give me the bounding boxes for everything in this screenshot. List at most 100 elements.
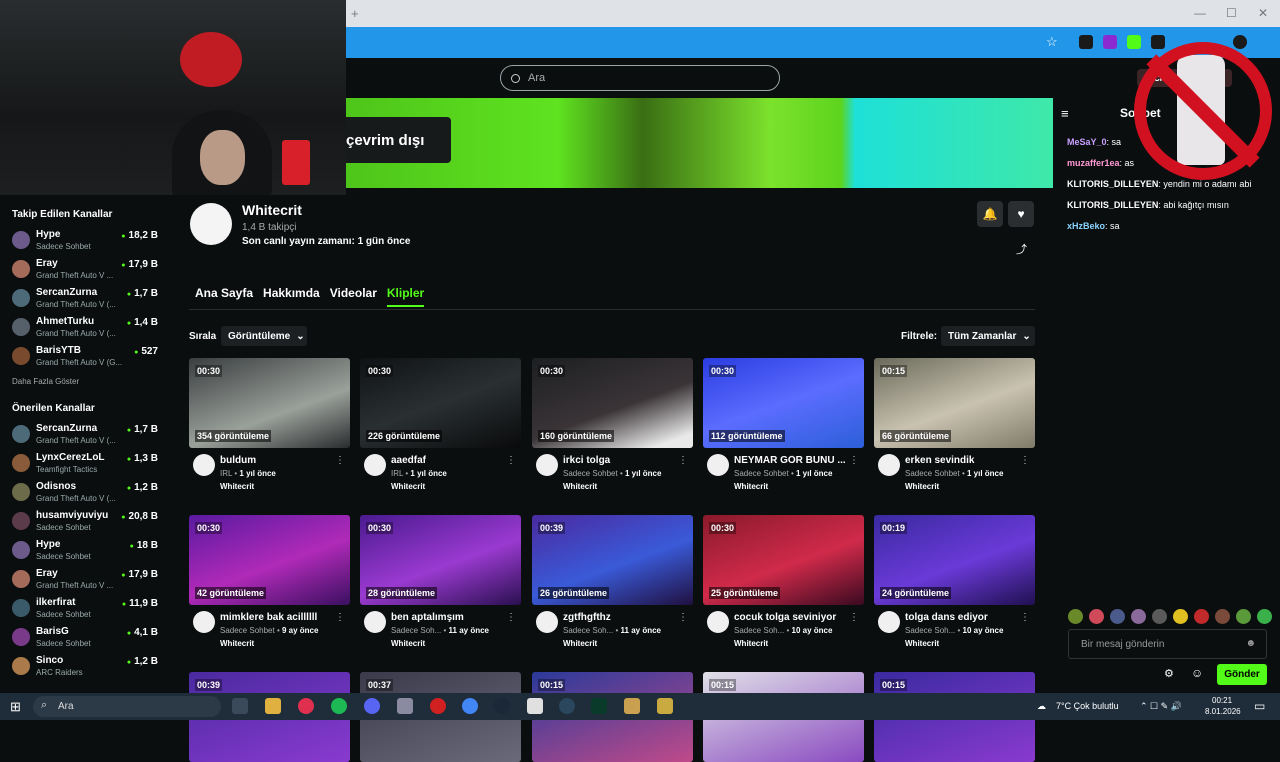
clip-thumbnail[interactable]: 00:19 24 görüntüleme	[874, 515, 1035, 605]
clip-card[interactable]: 00:15 66 görüntüleme erken sevindik ⋮ Sadece…	[874, 358, 1035, 491]
emote-icon[interactable]	[1131, 609, 1146, 624]
tab-home[interactable]: Ana Sayfa	[195, 286, 253, 307]
clip-channel-avatar[interactable]	[878, 454, 900, 476]
chat-username[interactable]: KLITORIS_DILLEYEN	[1067, 200, 1158, 210]
more-options-icon[interactable]: ⋮	[506, 455, 516, 466]
sort-dropdown[interactable]: Görüntüleme ⌄	[221, 326, 307, 346]
clip-channel[interactable]: Whitecrit	[391, 639, 425, 648]
clip-title[interactable]: cocuk tolga seviniyor	[734, 612, 849, 623]
sidebar-channel-item[interactable]: ilkerfirat Sadece Sohbet 11,9 B	[12, 594, 170, 623]
clip-thumbnail[interactable]: 00:30 42 görüntüleme	[189, 515, 350, 605]
more-options-icon[interactable]: ⋮	[678, 455, 688, 466]
emote-picker-icon[interactable]: ☺	[1191, 666, 1203, 680]
clip-title[interactable]: irkci tolga	[563, 455, 678, 466]
sidebar-channel-item[interactable]: Odisnos Grand Theft Auto V (... 1,2 B	[12, 478, 170, 507]
clip-channel-avatar[interactable]	[364, 454, 386, 476]
weather-icon[interactable]: ☁	[1037, 701, 1046, 712]
sidebar-channel-item[interactable]: BarisG Sadece Sohbet 4,1 B	[12, 623, 170, 652]
sidebar-channel-item[interactable]: SercanZurna Grand Theft Auto V (... 1,7 B	[12, 420, 170, 449]
clip-channel[interactable]: Whitecrit	[563, 482, 597, 491]
clip-channel-avatar[interactable]	[364, 611, 386, 633]
opera-icon[interactable]	[298, 698, 314, 714]
clip-card[interactable]: 00:30 160 görüntüleme irkci tolga ⋮ Sadece S…	[532, 358, 693, 491]
clip-title[interactable]: erken sevindik	[905, 455, 1020, 466]
sidebar-channel-item[interactable]: Sinco ARC Raiders 1,2 B	[12, 652, 170, 681]
extension-icon[interactable]	[1079, 35, 1093, 49]
tab-videos[interactable]: Videolar	[330, 286, 377, 307]
minimize-button[interactable]: —	[1194, 6, 1206, 20]
clip-thumbnail[interactable]: 00:30 160 görüntüleme	[532, 358, 693, 448]
tab-clips[interactable]: Klipler	[386, 286, 425, 307]
clip-channel[interactable]: Whitecrit	[391, 482, 425, 491]
more-options-icon[interactable]: ⋮	[1020, 455, 1030, 466]
sidebar-channel-item[interactable]: BarisYTB Grand Theft Auto V (G... 527	[12, 342, 170, 371]
weather-text[interactable]: 7°C Çok bulutlu	[1056, 701, 1119, 711]
app-icon[interactable]	[430, 698, 446, 714]
clip-card[interactable]: 00:30 25 görüntüleme cocuk tolga seviniyor…	[703, 515, 864, 648]
steam-icon[interactable]	[494, 698, 510, 714]
clock-date[interactable]: 8.01.2026	[1205, 707, 1241, 716]
league-icon[interactable]	[624, 698, 640, 714]
more-options-icon[interactable]: ⋮	[849, 612, 859, 623]
windows-start-icon[interactable]: ⊞	[10, 699, 21, 715]
more-options-icon[interactable]: ⋮	[849, 455, 859, 466]
channel-avatar[interactable]	[190, 203, 232, 245]
extension-icon[interactable]	[1103, 35, 1117, 49]
clip-channel-avatar[interactable]	[707, 611, 729, 633]
share-icon[interactable]: ⤴	[1016, 241, 1027, 257]
system-tray-icons[interactable]: ⌃ ☐ ✎ 🔊	[1140, 701, 1182, 712]
chat-message-input[interactable]: Bir mesaj gönderin ☻	[1068, 629, 1267, 659]
filter-dropdown[interactable]: Tüm Zamanlar ⌄	[941, 326, 1035, 346]
steam-icon[interactable]	[559, 698, 575, 714]
clip-channel[interactable]: Whitecrit	[220, 639, 254, 648]
bookmark-star-icon[interactable]: ☆	[1046, 34, 1058, 50]
chrome-icon[interactable]	[462, 698, 478, 714]
profile-icon[interactable]	[1233, 35, 1247, 49]
more-options-icon[interactable]: ⋮	[678, 612, 688, 623]
search-input[interactable]: Ara	[500, 65, 780, 91]
clip-channel[interactable]: Whitecrit	[220, 482, 254, 491]
sidebar-channel-item[interactable]: Eray Grand Theft Auto V ... 17,9 B	[12, 565, 170, 594]
app-icon[interactable]	[657, 698, 673, 714]
clip-card[interactable]: 00:30 112 görüntüleme NEYMAR GÖR BUNU ... ⋮…	[703, 358, 864, 491]
clip-card[interactable]: 00:30 42 görüntüleme mimklere bak acilllll…	[189, 515, 350, 648]
clip-channel-avatar[interactable]	[536, 611, 558, 633]
clip-channel[interactable]: Whitecrit	[563, 639, 597, 648]
clip-channel-avatar[interactable]	[193, 611, 215, 633]
clip-channel-avatar[interactable]	[536, 454, 558, 476]
follow-button[interactable]: ♥	[1008, 201, 1034, 227]
chat-username[interactable]: MeSaY_0	[1067, 137, 1107, 147]
tab-about[interactable]: Hakkımda	[263, 286, 320, 307]
extension-icon[interactable]	[1151, 35, 1165, 49]
clip-card[interactable]: 00:39 26 görüntüleme zgtfhgfthz ⋮ Sadece Soh…	[532, 515, 693, 648]
more-options-icon[interactable]: ⋮	[1020, 612, 1030, 623]
clip-channel[interactable]: Whitecrit	[905, 482, 939, 491]
sidebar-channel-item[interactable]: Hype Sadece Sohbet 18,2 B	[12, 226, 170, 255]
clip-channel-avatar[interactable]	[707, 454, 729, 476]
clock-time[interactable]: 00:21	[1212, 696, 1232, 705]
clip-card[interactable]: 00:30 354 görüntüleme buldum ⋮ IRL • 1 yıl ö…	[189, 358, 350, 491]
file-explorer-icon[interactable]	[265, 698, 281, 714]
sidebar-channel-item[interactable]: SercanZurna Grand Theft Auto V (... 1,7 B	[12, 284, 170, 313]
show-more-link[interactable]: Daha Fazla Göster	[12, 377, 170, 386]
clip-thumbnail[interactable]: 00:15 66 görüntüleme	[874, 358, 1035, 448]
app-icon[interactable]	[591, 698, 607, 714]
maximize-button[interactable]: ☐	[1226, 6, 1237, 20]
notification-bell-button[interactable]: 🔔	[977, 201, 1003, 227]
clip-channel[interactable]: Whitecrit	[734, 482, 768, 491]
taskbar-search[interactable]: ⌕ Ara	[33, 696, 221, 717]
clip-card[interactable]: 00:19 24 görüntüleme tolga dans ediyor ⋮ Sad…	[874, 515, 1035, 648]
clip-title[interactable]: NEYMAR GÖR BUNU ...	[734, 455, 849, 466]
clip-thumbnail[interactable]: 00:30 354 görüntüleme	[189, 358, 350, 448]
clip-thumbnail[interactable]: 00:30 112 görüntüleme	[703, 358, 864, 448]
clip-title[interactable]: buldum	[220, 455, 335, 466]
clip-channel-avatar[interactable]	[878, 611, 900, 633]
sidebar-channel-item[interactable]: husamviyuviyu Sadece Sohbet 20,8 B	[12, 507, 170, 536]
emote-icon[interactable]	[1236, 609, 1251, 624]
clip-title[interactable]: zgtfhgfthz	[563, 612, 678, 623]
collapse-chat-icon[interactable]: ≡	[1061, 106, 1069, 121]
spotify-icon[interactable]	[331, 698, 347, 714]
emoji-icon[interactable]: ☻	[1245, 638, 1256, 649]
clip-title[interactable]: aaedfaf	[391, 455, 506, 466]
chat-username[interactable]: KLITORIS_DILLEYEN	[1067, 179, 1158, 189]
